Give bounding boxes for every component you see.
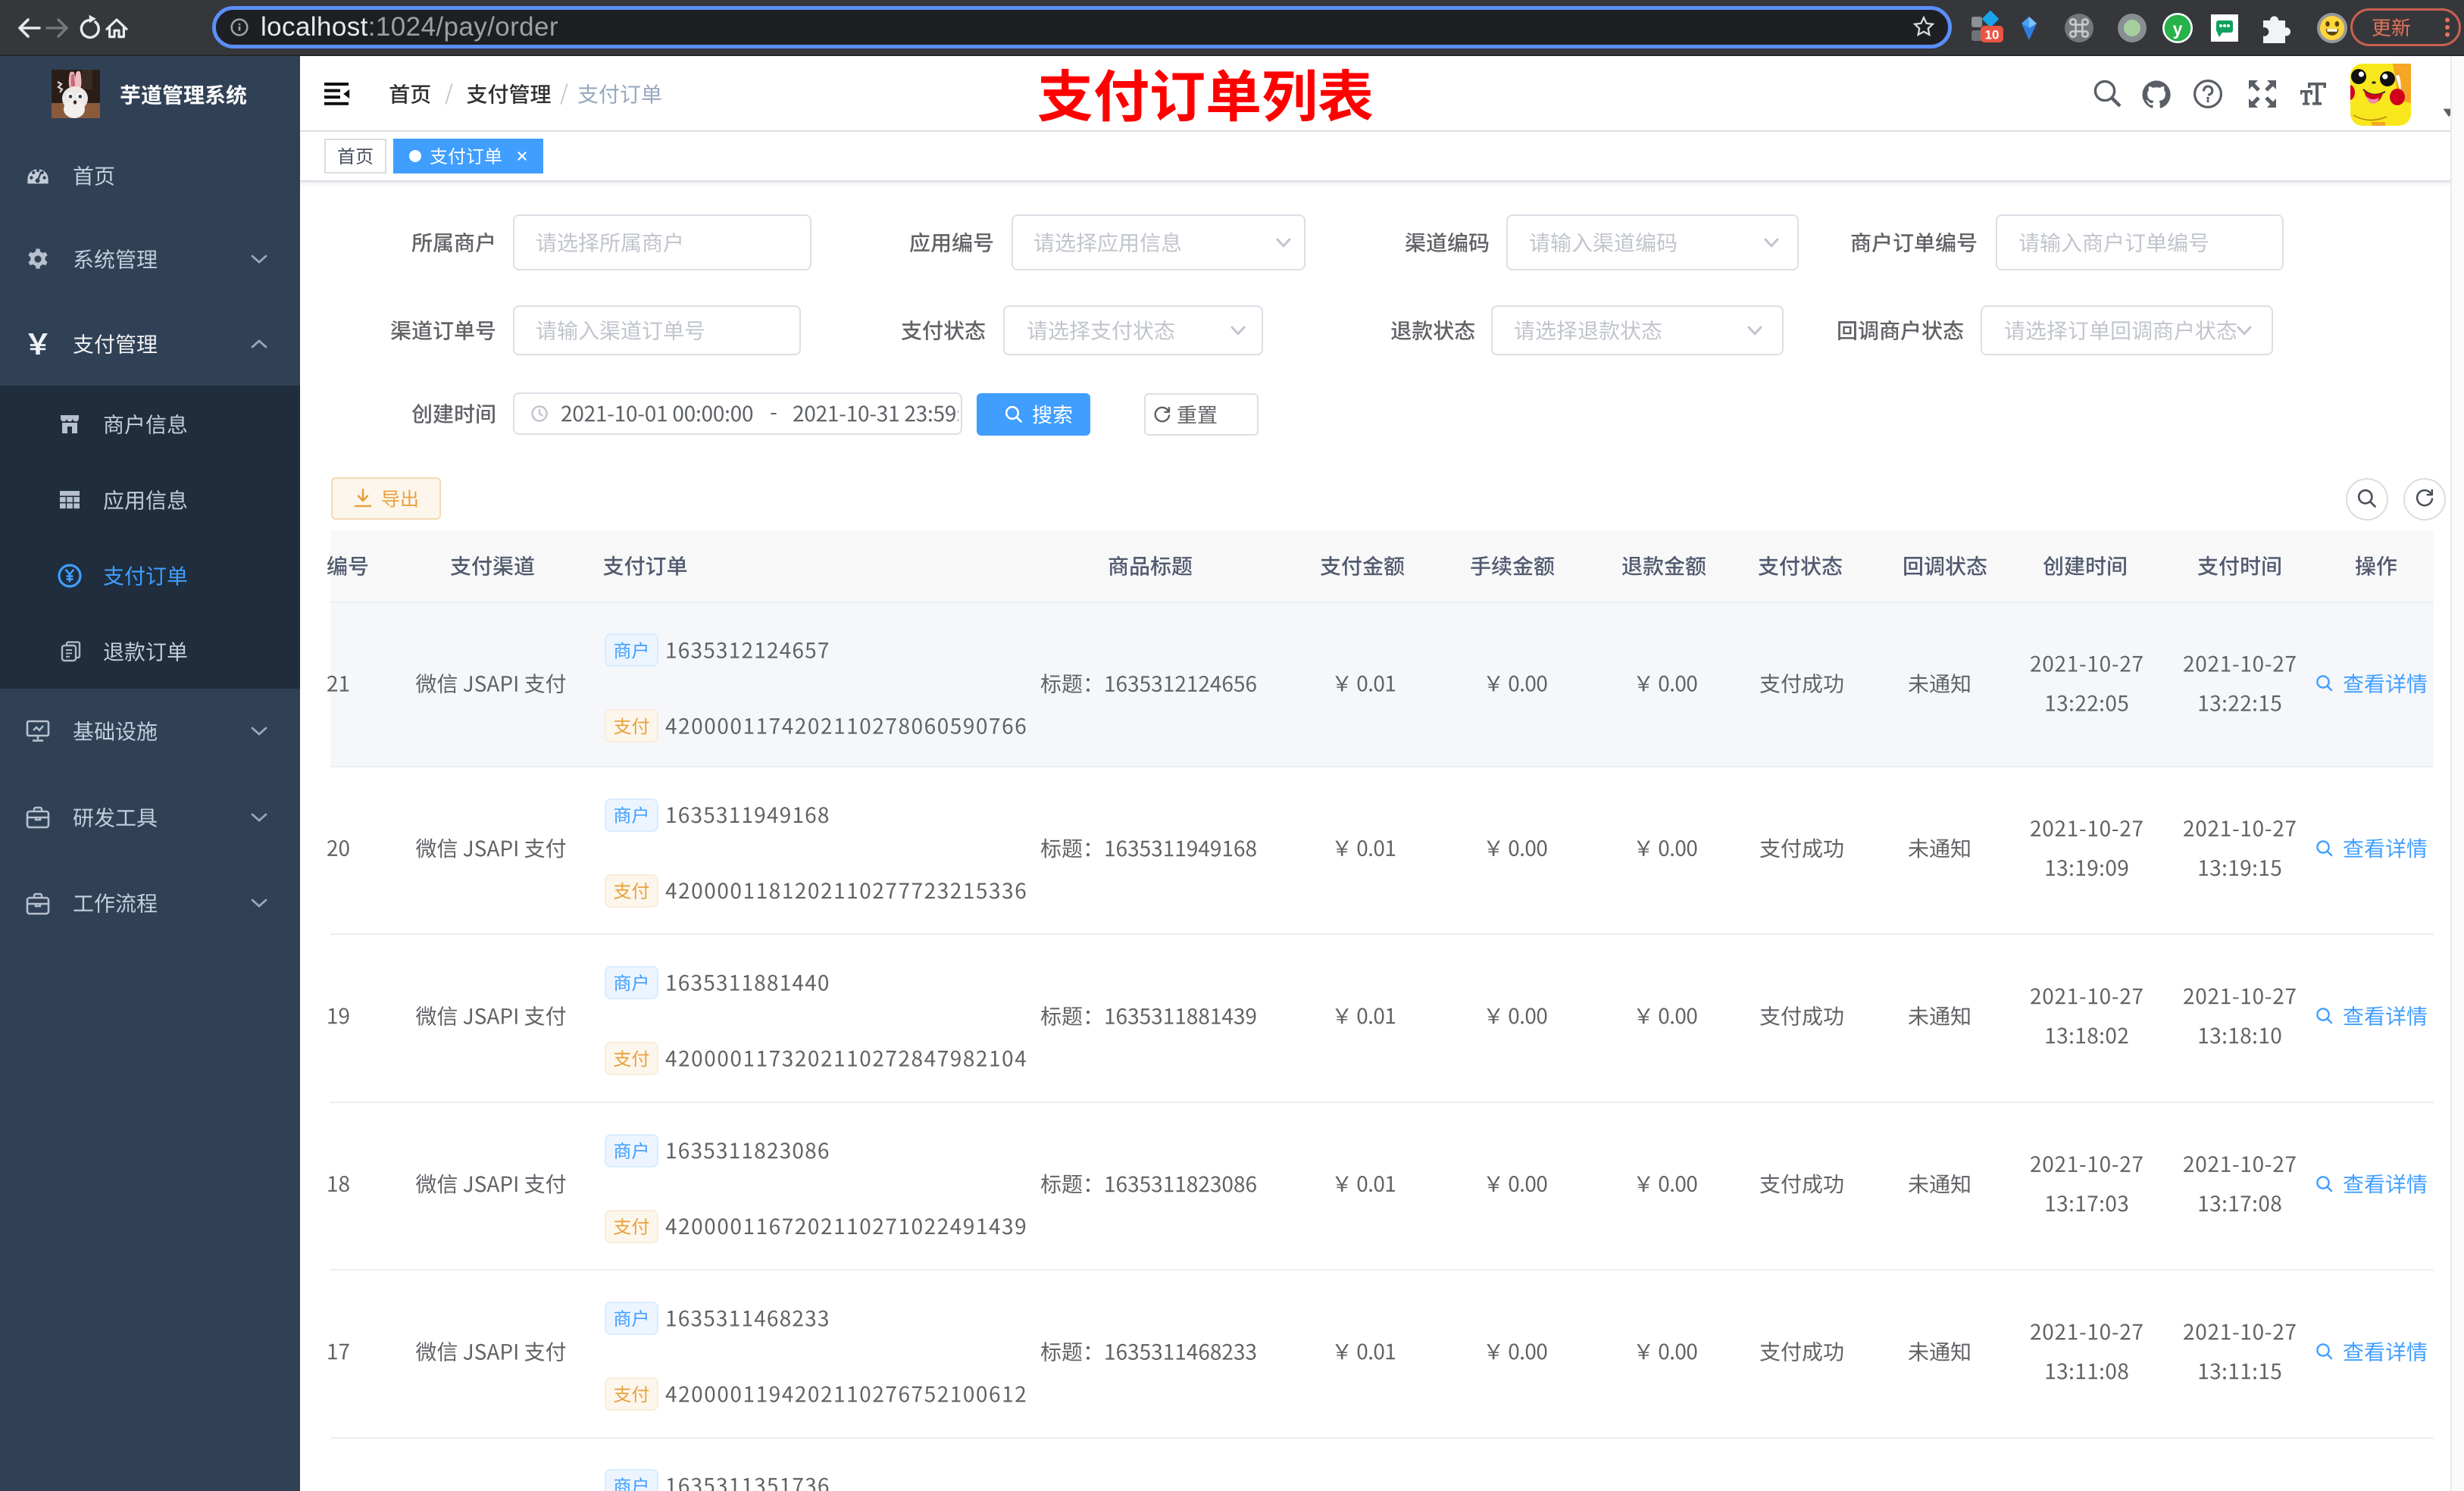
- svg-text:y: y: [2173, 19, 2183, 39]
- svg-text:10: 10: [1985, 28, 2000, 42]
